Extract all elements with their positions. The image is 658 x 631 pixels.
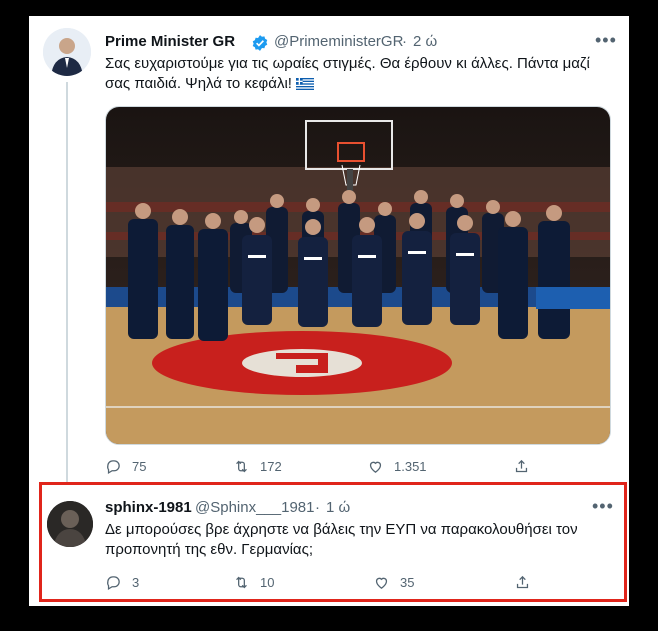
thread-line xyxy=(66,82,68,487)
more-icon[interactable]: ••• xyxy=(592,496,614,517)
like-count: 35 xyxy=(400,575,415,590)
like-button[interactable]: 1.351 xyxy=(367,458,427,475)
avatar[interactable] xyxy=(47,501,93,547)
reply-icon xyxy=(107,460,120,475)
verified-icon xyxy=(252,35,268,51)
greek-flag-icon xyxy=(295,78,314,90)
share-button[interactable] xyxy=(514,574,531,591)
author-name[interactable]: sphinx-1981 xyxy=(105,499,192,516)
more-icon[interactable]: ••• xyxy=(595,30,617,51)
like-icon xyxy=(375,577,388,589)
tweet-text: Δε μπορούσες βρε άχρηστε να βάλεις την Ε… xyxy=(105,520,615,560)
timestamp[interactable]: 2 ώ xyxy=(413,33,437,50)
tweet-text: Σας ευχαριστούμε για τις ωραίες στιγμές.… xyxy=(105,54,615,94)
like-button[interactable]: 35 xyxy=(373,574,414,591)
tweet-reply-highlighted[interactable]: sphinx-1981 @Sphinx___1981 · 1 ώ ••• Δε … xyxy=(39,482,627,602)
tweet-text-line-1: Δε μπορούσες βρε άχρηστε να βάλεις την Ε… xyxy=(105,521,578,538)
timestamp[interactable]: 1 ώ xyxy=(326,499,350,516)
share-icon xyxy=(515,459,528,473)
author-name[interactable]: Prime Minister GR xyxy=(105,33,235,50)
share-icon xyxy=(516,575,529,589)
tweet-actions: 75 172 1.351 xyxy=(105,458,545,478)
tweet-text-line-2: σας παιδιά. Ψηλά το κεφάλι! xyxy=(105,75,292,92)
retweet-count: 172 xyxy=(260,459,282,474)
tweet-text-line-2: προπονητή της εθν. Γερμανίας; xyxy=(105,541,313,558)
tweet-prime-minister[interactable]: Prime Minister GR @PrimeministerGR · 2 ώ… xyxy=(29,16,629,487)
avatar[interactable] xyxy=(43,28,91,76)
reply-button[interactable]: 75 xyxy=(105,458,146,475)
share-button[interactable] xyxy=(513,458,530,475)
retweet-button[interactable]: 172 xyxy=(233,458,282,475)
retweet-icon xyxy=(236,576,247,589)
team-photo xyxy=(106,107,610,444)
separator: · xyxy=(402,33,407,50)
tweet-actions: 3 10 35 xyxy=(105,574,545,594)
tweet-text-line-1: Σας ευχαριστούμε για τις ωραίες στιγμές.… xyxy=(105,55,590,72)
retweet-icon xyxy=(236,460,247,473)
retweet-button[interactable]: 10 xyxy=(233,574,274,591)
screenshot-frame: Prime Minister GR @PrimeministerGR · 2 ώ… xyxy=(29,16,629,606)
author-handle[interactable]: @PrimeministerGR xyxy=(274,33,403,50)
separator: · xyxy=(315,499,320,516)
reply-button[interactable]: 3 xyxy=(105,574,139,591)
retweet-count: 10 xyxy=(260,575,275,590)
reply-count: 75 xyxy=(132,459,147,474)
like-count: 1.351 xyxy=(394,459,427,474)
reply-count: 3 xyxy=(132,575,140,590)
author-handle[interactable]: @Sphinx___1981 xyxy=(195,499,315,516)
like-icon xyxy=(369,461,382,473)
tweet-photo-team[interactable] xyxy=(105,106,611,445)
reply-icon xyxy=(107,576,120,591)
